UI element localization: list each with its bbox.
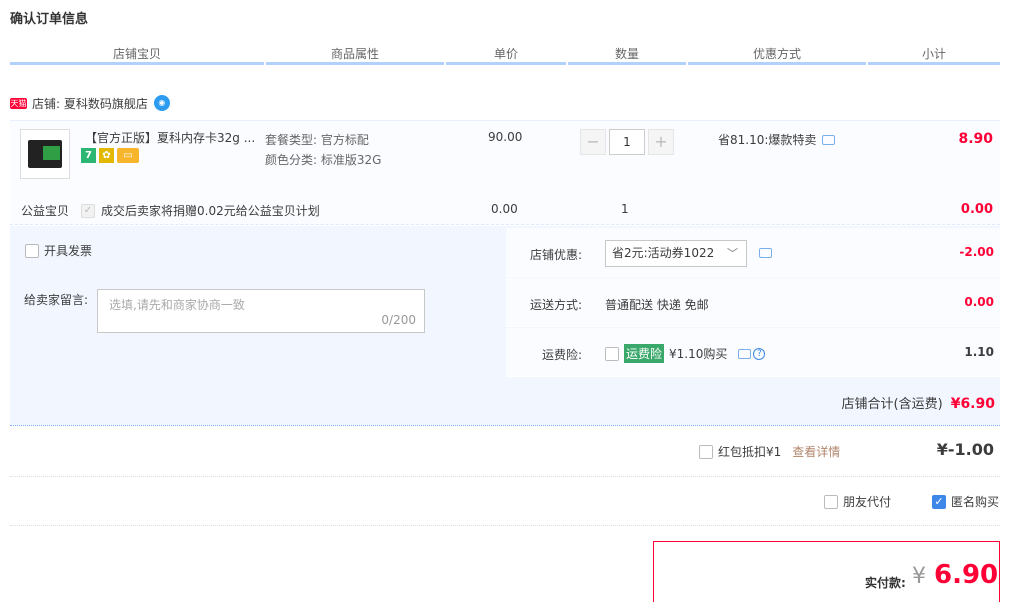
pay-label: 实付款: <box>865 576 906 590</box>
anonymous-option[interactable]: ✓ 匿名购买 <box>932 493 999 510</box>
shop-total-label: 店铺合计(含运费) <box>841 397 943 412</box>
char-counter: 0/200 <box>381 313 416 327</box>
shop-total: 店铺合计(含运费) ¥6.90 <box>842 393 995 412</box>
chevron-down-icon: ﹀ <box>727 247 738 260</box>
tmall-icon: 天猫 <box>10 97 27 109</box>
red-packet-checkbox[interactable] <box>699 444 713 459</box>
service-badges: 7 ✿ ▭ <box>81 148 139 163</box>
col-header-subtotal: 小计 <box>921 47 946 61</box>
product-thumbnail[interactable] <box>20 129 70 179</box>
promo-info: 省81.10:爆款特卖 <box>718 131 836 148</box>
credit-card-icon[interactable]: ▭ <box>117 148 139 163</box>
friend-pay-option[interactable]: 朋友代付 <box>824 493 891 510</box>
red-packet-label: 红包抵扣¥1 <box>718 445 782 459</box>
invoice-label: 开具发票 <box>44 244 93 258</box>
pay-currency: ¥ <box>912 564 926 589</box>
charity-label: 公益宝贝 <box>21 204 70 218</box>
prop-package: 套餐类型: 官方标配 <box>265 133 369 147</box>
anonymous-label: 匿名购买 <box>951 495 1000 509</box>
charity-text: 成交后卖家将捐赠0.02元给公益宝贝计划 <box>101 204 320 218</box>
qty-minus-button[interactable]: − <box>580 129 606 155</box>
item-subtotal: 8.90 <box>958 131 993 147</box>
help-icon[interactable]: ? <box>753 347 766 360</box>
charity-checkbox: ✓ <box>81 203 95 218</box>
col-header-promo: 优惠方式 <box>752 47 801 61</box>
insurance-row: 运费险: 运费险 ¥1.10购买 ? 1.10 <box>506 328 1000 377</box>
product-props: 套餐类型: 官方标配 颜色分类: 标准版32G <box>265 130 381 170</box>
product-title-link[interactable]: 【官方正版】夏科内存卡32g ... <box>85 129 255 146</box>
shop-discount-row: 店铺优惠: 省2元:活动券1022 ﹀ -2.00 <box>506 228 1000 277</box>
order-options-right: 店铺优惠: 省2元:活动券1022 ﹀ -2.00 运送方式: 普通配送 快递 … <box>506 228 1000 377</box>
friend-pay-checkbox[interactable] <box>824 494 838 509</box>
quantity-stepper: − 1 + <box>580 129 674 155</box>
header-underline <box>10 62 264 65</box>
wangwang-chat-icon[interactable]: ◉ <box>153 95 170 111</box>
page-title: 确认订单信息 <box>10 12 89 27</box>
header-underline <box>446 62 566 65</box>
coupon-comment-icon[interactable] <box>759 248 772 258</box>
shop-discount-amount: -2.00 <box>959 245 994 259</box>
charity-qty: 1 <box>621 202 629 216</box>
header-underline <box>568 62 686 65</box>
seller-message-textarea[interactable]: 选填,请先和商家协商一致 0/200 <box>97 289 425 333</box>
seller-message-placeholder: 选填,请先和商家协商一致 <box>109 298 245 312</box>
col-header-item: 店铺宝贝 <box>112 47 161 61</box>
seven-day-return-icon[interactable]: 7 <box>81 148 96 163</box>
shop-row: 天猫 店铺: 夏科数码旗舰店 ◉ <box>10 95 170 111</box>
charity-subtotal: 0.00 <box>960 202 993 217</box>
invoice-option[interactable]: 开具发票 <box>25 242 92 259</box>
insurance-label: 运费险: <box>541 348 582 362</box>
red-packet-option: 红包抵扣¥1 查看详情 <box>699 443 840 460</box>
col-header-props: 商品属性 <box>330 47 379 61</box>
insurance-tag: 运费险 <box>624 344 665 363</box>
insurance-comment-icon[interactable] <box>738 348 752 359</box>
guarantee-icon[interactable]: ✿ <box>99 148 114 163</box>
red-packet-amount: ¥-1.00 <box>936 440 994 459</box>
friend-pay-label: 朋友代付 <box>843 495 892 509</box>
pay-options-row: 朋友代付 ✓ 匿名购买 <box>10 478 1000 526</box>
promo-text: 省81.10:爆款特卖 <box>718 133 817 147</box>
header-underline <box>266 62 444 65</box>
qty-plus-button[interactable]: + <box>648 129 674 155</box>
charity-option: ✓ 成交后卖家将捐赠0.02元给公益宝贝计划 <box>81 202 320 219</box>
sd-card-label <box>43 146 60 160</box>
shop-name[interactable]: 店铺: 夏科数码旗舰店 <box>32 95 148 112</box>
invoice-checkbox[interactable] <box>25 243 39 258</box>
insurance-price: ¥1.10购买 <box>669 347 728 361</box>
red-packet-row: 红包抵扣¥1 查看详情 ¥-1.00 <box>10 427 1000 477</box>
header-underline <box>868 62 1000 65</box>
col-header-qty: 数量 <box>614 47 639 61</box>
header-underline <box>688 62 866 65</box>
shipping-amount: 0.00 <box>964 295 994 309</box>
insurance-amount: 1.10 <box>964 345 994 359</box>
charity-price: 0.00 <box>491 202 518 216</box>
anonymous-checkbox[interactable]: ✓ <box>932 494 946 509</box>
promo-comment-icon[interactable] <box>822 134 836 145</box>
insurance-option: 运费险 ¥1.10购买 ? <box>605 344 766 363</box>
payment-summary: 实付款: ¥ 6.90 <box>653 541 1000 602</box>
shop-total-amount: ¥6.90 <box>950 396 995 412</box>
seller-message-label: 给卖家留言: <box>24 293 89 307</box>
qty-input[interactable]: 1 <box>609 129 645 155</box>
pay-amount: 6.90 <box>934 560 999 590</box>
shipping-row: 运送方式: 普通配送 快递 免邮 0.00 <box>506 278 1000 327</box>
col-header-price: 单价 <box>493 47 518 61</box>
shipping-label: 运送方式: <box>529 298 582 312</box>
coupon-select[interactable]: 省2元:活动券1022 ﹀ <box>605 240 747 267</box>
shop-discount-label: 店铺优惠: <box>529 248 582 262</box>
shipping-value: 普通配送 快递 免邮 <box>605 298 709 312</box>
insurance-checkbox[interactable] <box>605 346 619 361</box>
unit-price: 90.00 <box>488 130 523 144</box>
coupon-select-value: 省2元:活动券1022 <box>612 246 715 260</box>
red-packet-details-link[interactable]: 查看详情 <box>792 443 840 460</box>
prop-color: 颜色分类: 标准版32G <box>265 153 382 167</box>
